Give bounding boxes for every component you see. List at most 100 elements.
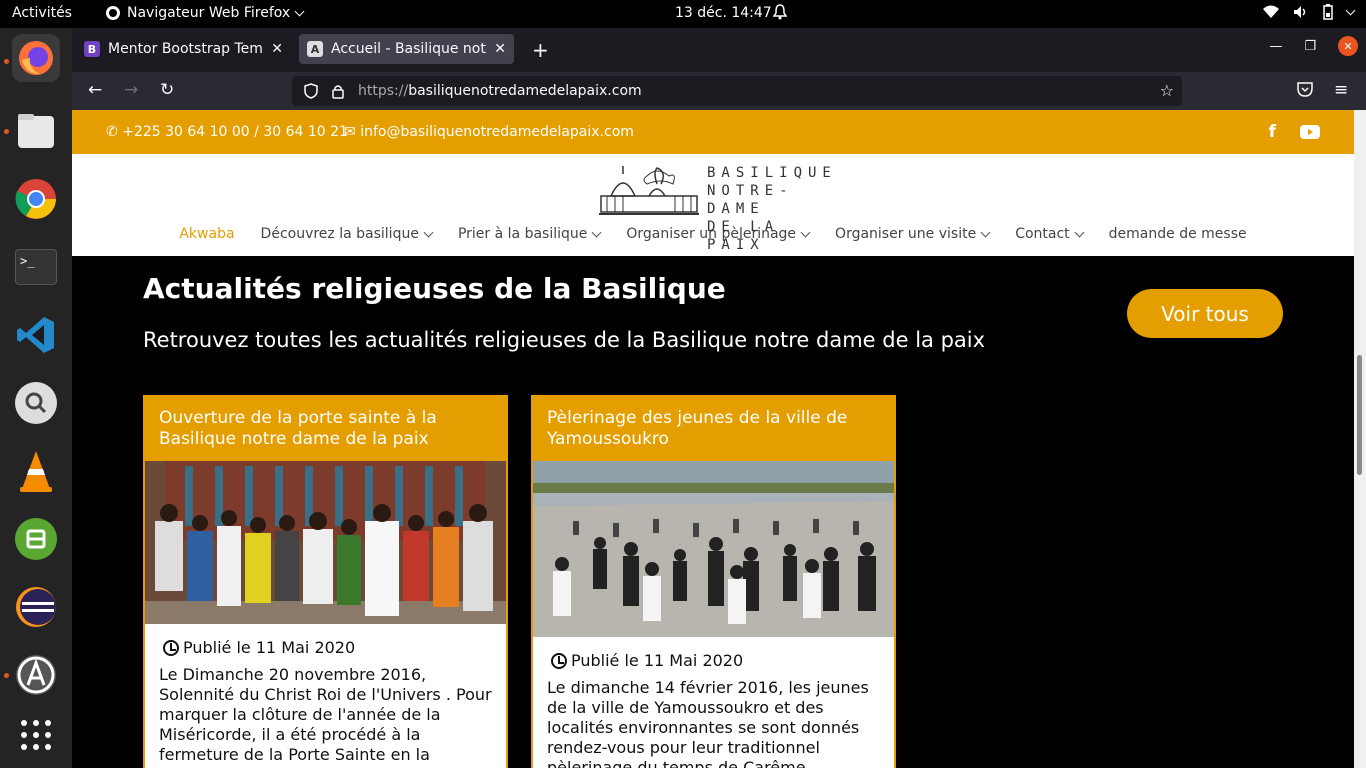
- firefox-dock-icon[interactable]: [12, 34, 60, 82]
- site-logo[interactable]: BASILIQUE NOTRE-DAME DE LA PAIX: [597, 162, 831, 253]
- card-date: Publié le 11 Mai 2020: [183, 638, 356, 657]
- clock[interactable]: 13 déc. 14:47: [675, 5, 772, 21]
- chevron-down-icon: [1345, 5, 1356, 15]
- dock: >_: [0, 28, 72, 768]
- cloud-app-dock-icon[interactable]: [12, 515, 60, 563]
- volume-icon: [1294, 6, 1306, 18]
- chrome-dock-icon[interactable]: [12, 175, 60, 223]
- back-button[interactable]: ←: [88, 80, 102, 100]
- menu-item-pelerinage[interactable]: Organiser un pèlerinage: [626, 226, 811, 242]
- chevron-down-icon: [294, 6, 305, 16]
- card-image-crowd[interactable]: [145, 461, 506, 624]
- maximize-button[interactable]: ❐: [1304, 39, 1316, 54]
- window-controls: — ❐ ✕: [1269, 36, 1366, 56]
- firefox-icon: [106, 6, 120, 20]
- youtube-icon[interactable]: [1300, 125, 1320, 139]
- card-title[interactable]: Pèlerinage des jeunes de la ville de Yam…: [533, 397, 894, 461]
- eclipse-dock-icon[interactable]: [12, 583, 60, 631]
- menu-label: Découvrez la basilique: [260, 226, 419, 242]
- hamburger-menu-icon[interactable]: ≡: [1334, 80, 1348, 100]
- close-tab-icon[interactable]: ✕: [494, 41, 506, 57]
- facebook-icon[interactable]: f: [1269, 122, 1276, 142]
- navigation-toolbar: ← → ↻ https://basiliquenotredamedelapaix…: [72, 72, 1366, 110]
- card-title[interactable]: Ouverture de la porte sainte à la Basili…: [145, 397, 506, 461]
- menu-label: Prier à la basilique: [457, 226, 588, 242]
- chevron-down-icon: [800, 227, 811, 237]
- app-name-label: Navigateur Web Firefox: [127, 5, 291, 21]
- wifi-icon: [1263, 5, 1279, 18]
- contact-bar: ✆ +225 30 64 10 00 / 30 64 10 21 ✉ info@…: [72, 110, 1354, 154]
- envelope-icon: ✉: [344, 124, 356, 140]
- email-contact[interactable]: ✉ info@basiliquenotredamedelapaix.com: [344, 124, 634, 140]
- web-page: ✆ +225 30 64 10 00 / 30 64 10 21 ✉ info@…: [72, 110, 1354, 768]
- menu-item-demande-messe[interactable]: demande de messe: [1109, 226, 1247, 242]
- bootstrap-favicon-icon: B: [84, 41, 100, 57]
- tab-strip: B Mentor Bootstrap Templ ✕ A Accueil - B…: [72, 28, 1366, 72]
- close-window-button[interactable]: ✕: [1338, 36, 1358, 56]
- basilica-logo-icon: [599, 166, 699, 215]
- menu-label: demande de messe: [1108, 226, 1247, 242]
- card-meta: Publié le 11 Mai 2020: [533, 637, 894, 670]
- section-title: Actualités religieuses de la Basilique: [143, 272, 726, 305]
- lock-icon[interactable]: [332, 84, 344, 99]
- menu-item-prier[interactable]: Prier à la basilique: [457, 226, 602, 242]
- system-tray[interactable]: [1263, 4, 1356, 20]
- menu-item-contact[interactable]: Contact: [1015, 226, 1085, 242]
- section-subtitle: Retrouvez toutes les actualités religieu…: [143, 328, 986, 352]
- activities-button[interactable]: Activités: [12, 5, 72, 21]
- site-header: BASILIQUE NOTRE-DAME DE LA PAIX Akwaba D…: [72, 154, 1354, 256]
- forward-button[interactable]: →: [124, 80, 138, 100]
- clock-icon: [163, 639, 179, 656]
- minimize-button[interactable]: —: [1269, 39, 1282, 54]
- menu-item-visite[interactable]: Organiser une visite: [835, 226, 991, 242]
- crowd-photo: [145, 461, 506, 624]
- terminal-dock-icon[interactable]: >_: [12, 243, 60, 291]
- battery-icon: [1323, 4, 1333, 20]
- card-text: Le dimanche 14 février 2016, les jeunes …: [547, 678, 869, 768]
- news-card[interactable]: Ouverture de la porte sainte à la Basili…: [143, 395, 508, 768]
- phone-text: +225 30 64 10 00 / 30 64 10 21: [122, 124, 348, 140]
- menu-label: Akwaba: [179, 226, 235, 242]
- logo-line: NOTRE-DAME: [707, 183, 794, 217]
- card-meta: Publié le 11 Mai 2020: [145, 624, 506, 657]
- basilique-favicon-icon: A: [307, 41, 323, 57]
- url-bar[interactable]: https://basiliquenotredamedelapaix.com ☆: [292, 76, 1182, 106]
- shield-icon[interactable]: [304, 83, 318, 99]
- new-tab-button[interactable]: +: [532, 38, 549, 62]
- url-text[interactable]: https://basiliquenotredamedelapaix.com: [358, 83, 642, 99]
- card-text: Le Dimanche 20 novembre 2016, Solennité …: [159, 665, 492, 764]
- tab-accueil[interactable]: A Accueil - Basilique notre d ✕: [299, 34, 514, 64]
- url-host: basiliquenotredamedelapaix.com: [408, 83, 642, 99]
- close-tab-icon[interactable]: ✕: [271, 41, 283, 57]
- page-scrollbar[interactable]: [1354, 110, 1366, 768]
- app-menu[interactable]: Navigateur Web Firefox: [105, 5, 305, 21]
- menu-item-decouvrez[interactable]: Découvrez la basilique: [260, 226, 434, 242]
- phone-contact[interactable]: ✆ +225 30 64 10 00 / 30 64 10 21: [106, 124, 348, 140]
- menu-item-akwaba[interactable]: Akwaba: [179, 226, 234, 242]
- browser-chrome: B Mentor Bootstrap Templ ✕ A Accueil - B…: [72, 28, 1366, 110]
- reload-button[interactable]: ↻: [160, 80, 174, 100]
- vscode-dock-icon[interactable]: [12, 311, 60, 359]
- chevron-down-icon: [980, 227, 991, 237]
- email-text: info@basiliquenotredamedelapaix.com: [360, 124, 634, 140]
- card-image-pilgrimage[interactable]: [533, 461, 894, 637]
- search-dock-icon[interactable]: [12, 379, 60, 427]
- chevron-down-icon: [591, 227, 602, 237]
- show-apps-icon[interactable]: [12, 711, 60, 759]
- software-dock-icon[interactable]: [12, 651, 60, 699]
- menu-label: Organiser une visite: [835, 226, 977, 242]
- files-dock-icon[interactable]: [12, 107, 60, 155]
- system-top-bar: Activités Navigateur Web Firefox 13 déc.…: [0, 0, 1366, 28]
- voir-tous-button[interactable]: Voir tous: [1127, 289, 1283, 338]
- bookmark-star-icon[interactable]: ☆: [1160, 81, 1174, 100]
- tab-mentor[interactable]: B Mentor Bootstrap Templ ✕: [76, 34, 291, 64]
- alarm-icon: [772, 4, 788, 24]
- vlc-dock-icon[interactable]: [12, 447, 60, 495]
- pocket-icon[interactable]: [1297, 81, 1313, 102]
- scrollbar-thumb[interactable]: [1357, 355, 1362, 475]
- pilgrimage-photo: [533, 461, 894, 637]
- running-indicator: [4, 129, 9, 134]
- news-card[interactable]: Pèlerinage des jeunes de la ville de Yam…: [531, 395, 896, 768]
- logo-line: BASILIQUE: [707, 165, 837, 181]
- chevron-down-icon: [1074, 227, 1085, 237]
